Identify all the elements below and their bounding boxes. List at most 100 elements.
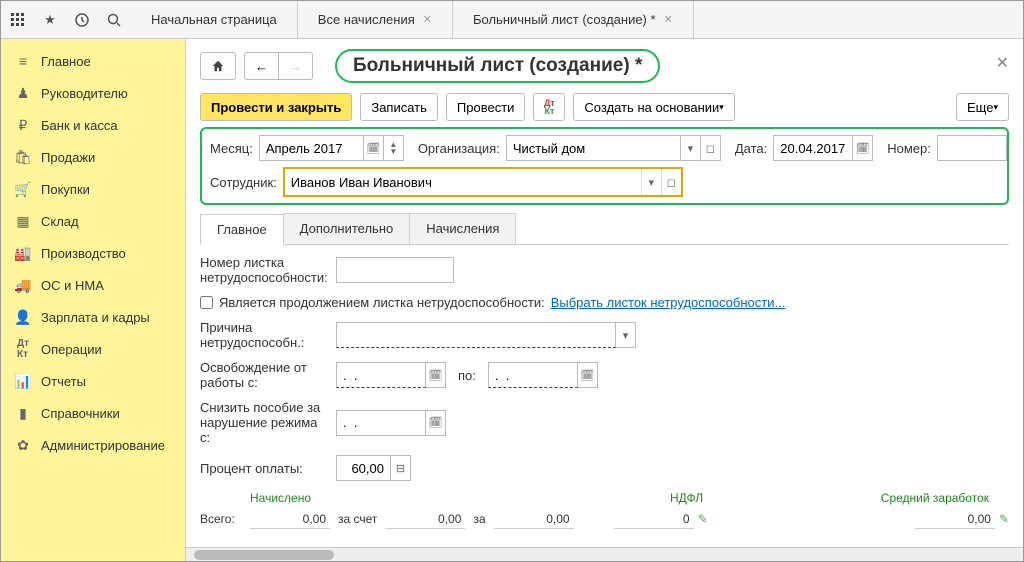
date-input[interactable] bbox=[773, 135, 853, 161]
sidebar-item-warehouse[interactable]: ▦Склад bbox=[1, 205, 185, 237]
sidebar-item-sales[interactable]: 🛍Продажи bbox=[1, 141, 185, 173]
menu-icon: ≡ bbox=[15, 53, 31, 69]
sidebar-item-main[interactable]: ≡Главное bbox=[1, 45, 185, 77]
home-button[interactable] bbox=[200, 52, 236, 80]
open-icon[interactable]: ◻ bbox=[701, 135, 721, 161]
calendar-icon[interactable]: 🗓 bbox=[364, 135, 384, 161]
employee-label: Сотрудник: bbox=[210, 175, 277, 190]
sidebar-item-purchases[interactable]: 🛒Покупки bbox=[1, 173, 185, 205]
reason-label: Причина нетрудоспособн.: bbox=[200, 320, 330, 350]
total-val-1: 0,00 bbox=[250, 509, 330, 529]
tab-accruals[interactable]: Все начисления✕ bbox=[298, 1, 453, 38]
book-icon: ▮ bbox=[15, 405, 31, 421]
sidebar-item-operations[interactable]: ДтКтОперации bbox=[1, 333, 185, 365]
chevron-down-icon[interactable]: ▾ bbox=[681, 135, 701, 161]
totals-header: Начислено НДФЛ Средний заработок bbox=[200, 491, 1009, 505]
ndfl-header: НДФЛ bbox=[670, 491, 790, 505]
total-val-5: 0,00 bbox=[915, 509, 995, 529]
content: ← → Больничный лист (создание) * ✕ Прове… bbox=[186, 39, 1023, 561]
sidebar-item-payroll[interactable]: 👤Зарплата и кадры bbox=[1, 301, 185, 333]
post-close-button[interactable]: Провести и закрыть bbox=[200, 93, 352, 121]
org-input[interactable] bbox=[506, 135, 681, 161]
toolbar: Провести и закрыть Записать Провести ДтК… bbox=[200, 93, 1009, 121]
month-label: Месяц: bbox=[210, 141, 253, 156]
total-txt-2: за bbox=[473, 512, 485, 526]
boxes-icon: ▦ bbox=[15, 213, 31, 229]
employee-field-highlight: ▾ ◻ bbox=[283, 167, 683, 197]
sidebar-item-production[interactable]: 🏭Производство bbox=[1, 237, 185, 269]
report-icon: 📊 bbox=[15, 373, 31, 389]
total-txt-1: за счет bbox=[338, 512, 377, 526]
release-from-input[interactable] bbox=[336, 362, 426, 388]
create-based-button[interactable]: Создать на основании ▾ bbox=[573, 93, 734, 121]
continuation-checkbox[interactable] bbox=[200, 296, 213, 309]
number-input[interactable] bbox=[937, 135, 1007, 161]
post-button[interactable]: Провести bbox=[446, 93, 526, 121]
chevron-down-icon[interactable]: ▾ bbox=[616, 322, 636, 348]
ruble-icon: ₽ bbox=[15, 117, 31, 133]
calendar-icon[interactable]: 🗓 bbox=[426, 410, 446, 436]
tabs: Главное Дополнительно Начисления bbox=[200, 213, 1009, 245]
apps-icon[interactable] bbox=[9, 11, 27, 29]
edit-icon[interactable]: ✎ bbox=[698, 512, 708, 526]
select-sheet-link[interactable]: Выбрать листок нетрудоспособности... bbox=[551, 295, 786, 310]
reduce-label: Снизить пособие за нарушение режима с: bbox=[200, 400, 330, 445]
close-icon[interactable]: ✕ bbox=[664, 13, 673, 26]
spinner-icon[interactable]: ▲▼ bbox=[384, 135, 404, 161]
chevron-down-icon: ▾ bbox=[993, 102, 998, 113]
page-title: Больничный лист (создание) * bbox=[335, 49, 660, 83]
tab-extra[interactable]: Дополнительно bbox=[283, 213, 411, 244]
close-icon[interactable]: ✕ bbox=[423, 13, 432, 26]
release-from-label: Освобождение от работы с: bbox=[200, 360, 330, 390]
release-to-input[interactable] bbox=[488, 362, 578, 388]
more-button[interactable]: Еще ▾ bbox=[956, 93, 1009, 121]
close-form-button[interactable]: ✕ bbox=[996, 53, 1009, 73]
topbar-icons: ★ bbox=[1, 1, 131, 38]
forward-button[interactable]: → bbox=[279, 52, 313, 80]
user-icon: 👤 bbox=[15, 309, 31, 325]
calendar-icon[interactable]: 🗓 bbox=[426, 362, 446, 388]
total-label: Всего: bbox=[200, 512, 250, 526]
back-button[interactable]: ← bbox=[244, 52, 279, 80]
release-to-label: по: bbox=[458, 368, 476, 383]
avg-header: Средний заработок bbox=[790, 491, 1009, 505]
sidebar-item-manager[interactable]: ♟Руководителю bbox=[1, 77, 185, 109]
horizontal-scrollbar[interactable] bbox=[186, 547, 1023, 561]
save-button[interactable]: Записать bbox=[360, 93, 438, 121]
truck-icon: 🚚 bbox=[15, 277, 31, 293]
chevron-down-icon[interactable]: ▾ bbox=[641, 169, 661, 195]
sidebar: ≡Главное ♟Руководителю ₽Банк и касса 🛍Пр… bbox=[1, 39, 186, 561]
reason-input[interactable] bbox=[336, 322, 616, 348]
spinner-icon[interactable]: ⊟ bbox=[391, 455, 411, 481]
tab-accruals[interactable]: Начисления bbox=[409, 213, 516, 244]
total-val-4: 0 bbox=[614, 509, 694, 529]
sidebar-item-assets[interactable]: 🚚ОС и НМА bbox=[1, 269, 185, 301]
employee-input[interactable] bbox=[285, 169, 641, 195]
pay-pct-label: Процент оплаты: bbox=[200, 461, 330, 476]
sidebar-item-reports[interactable]: 📊Отчеты bbox=[1, 365, 185, 397]
star-icon[interactable]: ★ bbox=[41, 11, 59, 29]
cart-icon: 🛒 bbox=[15, 181, 31, 197]
number-label: Номер: bbox=[887, 141, 931, 156]
sheet-no-input[interactable] bbox=[336, 257, 454, 283]
month-input[interactable] bbox=[259, 135, 364, 161]
chevron-down-icon: ▾ bbox=[719, 102, 724, 113]
sidebar-item-admin[interactable]: ✿Администрирование bbox=[1, 429, 185, 461]
dtkt-button[interactable]: ДтКт bbox=[533, 93, 565, 121]
pay-pct-input[interactable] bbox=[336, 455, 391, 481]
org-label: Организация: bbox=[418, 141, 500, 156]
tab-home[interactable]: Начальная страница bbox=[131, 1, 298, 38]
calendar-icon[interactable]: 🗓 bbox=[853, 135, 873, 161]
tab-sickleave[interactable]: Больничный лист (создание) *✕ bbox=[453, 1, 694, 38]
search-icon[interactable] bbox=[105, 11, 123, 29]
sidebar-item-directories[interactable]: ▮Справочники bbox=[1, 397, 185, 429]
edit-icon[interactable]: ✎ bbox=[999, 512, 1009, 526]
date-label: Дата: bbox=[735, 141, 767, 156]
tab-main[interactable]: Главное bbox=[200, 214, 284, 245]
reduce-input[interactable] bbox=[336, 410, 426, 436]
calendar-icon[interactable]: 🗓 bbox=[578, 362, 598, 388]
sidebar-item-bank[interactable]: ₽Банк и касса bbox=[1, 109, 185, 141]
open-icon[interactable]: ◻ bbox=[661, 169, 681, 195]
topbar: ★ Начальная страница Все начисления✕ Бол… bbox=[1, 1, 1023, 39]
history-icon[interactable] bbox=[73, 11, 91, 29]
